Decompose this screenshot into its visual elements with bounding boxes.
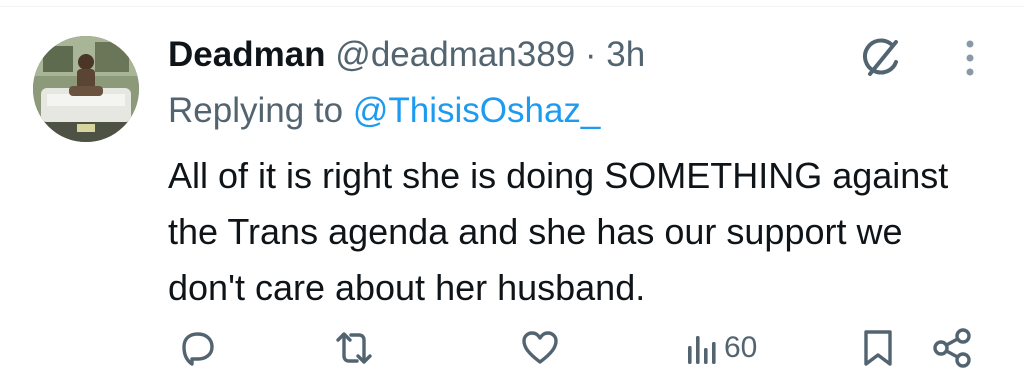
user-handle[interactable]: @deadman389 xyxy=(335,35,575,74)
share-icon xyxy=(930,326,974,370)
views-count: 60 xyxy=(724,331,758,364)
separator-dot: · xyxy=(584,35,597,74)
bookmark-icon xyxy=(858,326,898,370)
views-button[interactable]: 60 xyxy=(684,322,757,374)
retweet-icon xyxy=(330,326,378,370)
timestamp[interactable]: 3h xyxy=(606,35,645,74)
action-bar: 60 xyxy=(0,322,1024,374)
avatar[interactable] xyxy=(33,36,139,142)
tweet[interactable]: Deadman @deadman389 · 3h Replying to @Th… xyxy=(0,0,1024,384)
heart-icon xyxy=(518,326,562,370)
share-button[interactable] xyxy=(930,322,974,374)
replying-to: Replying to @ThisisOshaz_ xyxy=(168,90,600,132)
grok-icon[interactable] xyxy=(858,34,906,82)
like-button[interactable] xyxy=(518,322,562,374)
replying-to-mention[interactable]: @ThisisOshaz_ xyxy=(353,91,601,130)
bookmark-button[interactable] xyxy=(858,322,898,374)
more-vertical-icon[interactable] xyxy=(956,36,984,80)
reply-button[interactable] xyxy=(176,322,220,374)
retweet-button[interactable] xyxy=(330,322,378,374)
reply-icon xyxy=(176,326,220,370)
views-icon xyxy=(684,326,720,370)
tweet-header: Deadman @deadman389 · 3h xyxy=(168,34,645,76)
tweet-text: All of it is right she is doing SOMETHIN… xyxy=(168,155,949,308)
replying-to-label: Replying to xyxy=(168,91,344,130)
display-name[interactable]: Deadman xyxy=(168,35,326,74)
